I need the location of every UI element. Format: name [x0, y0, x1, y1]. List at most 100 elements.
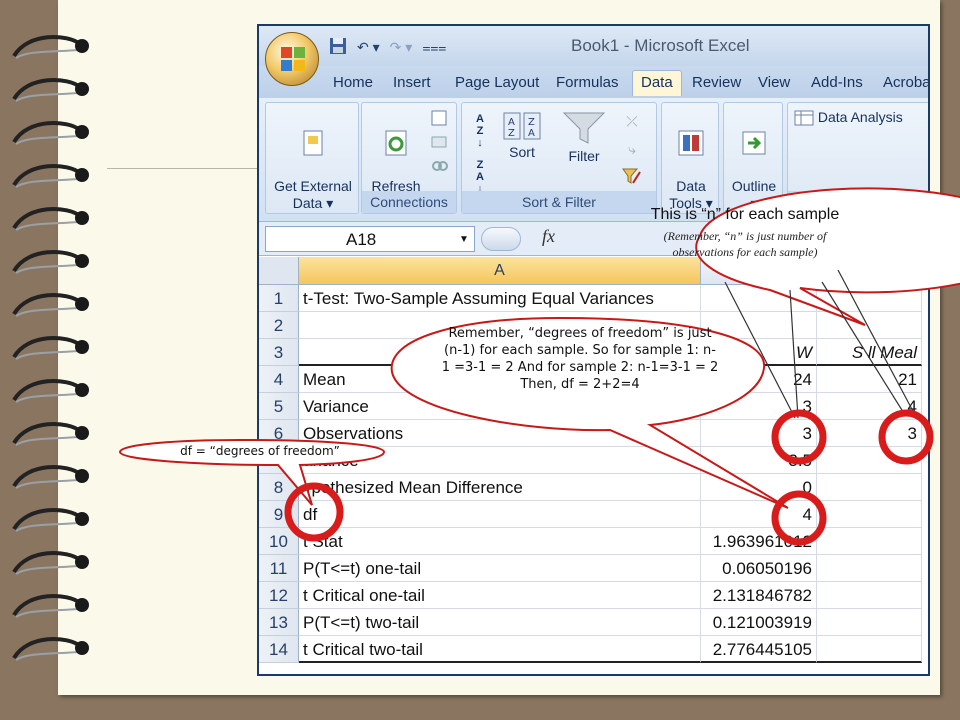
cell-a[interactable]: Observations — [299, 420, 701, 447]
advanced-filter-icon[interactable] — [620, 167, 644, 191]
binding-hole — [75, 168, 89, 182]
cell-c[interactable] — [817, 447, 922, 474]
cell-a[interactable]: t-Test: Two-Sample Assuming Equal Varian… — [299, 285, 701, 312]
cell-c[interactable]: 21 — [817, 366, 922, 393]
cell-c[interactable] — [817, 582, 922, 609]
row-header[interactable]: 12 — [259, 582, 299, 609]
sort-button[interactable]: AZZA Sort — [498, 111, 546, 161]
cell-a[interactable]: ypothesized Mean Difference — [299, 474, 701, 501]
column-header-b[interactable]: B — [701, 257, 817, 285]
spiral-coil — [12, 34, 82, 58]
row-header[interactable]: 9 — [259, 501, 299, 528]
cell-b[interactable]: 2.776445105 — [701, 636, 817, 663]
cell-c[interactable]: 4 — [817, 393, 922, 420]
cell-a[interactable]: t Critical one-tail — [299, 582, 701, 609]
cell-c[interactable] — [817, 636, 922, 663]
row-header[interactable]: 4 — [259, 366, 299, 393]
cell-b[interactable]: 4 — [701, 501, 817, 528]
tab-view[interactable]: View — [758, 72, 790, 98]
column-header-c[interactable]: C — [817, 257, 922, 285]
cell-c[interactable]: 3 — [817, 420, 922, 447]
cell-c[interactable] — [817, 312, 922, 339]
table-row: 12 t Critical one-tail 2.131846782 — [259, 582, 928, 609]
cell-b[interactable]: 1.963961012 — [701, 528, 817, 555]
cell-a[interactable]: Variance — [299, 393, 701, 420]
row-header[interactable]: 6 — [259, 420, 299, 447]
row-header[interactable]: 13 — [259, 609, 299, 636]
name-box[interactable]: A18 — [265, 226, 475, 252]
insert-function-button[interactable]: fx — [542, 226, 555, 247]
office-button[interactable] — [265, 32, 319, 86]
edit-links-button[interactable] — [428, 157, 452, 179]
row-header[interactable]: 10 — [259, 528, 299, 555]
cell-b[interactable]: 0 — [701, 474, 817, 501]
column-header-a[interactable]: A — [299, 257, 701, 285]
spiral-coil-highlight — [15, 479, 79, 489]
formula-bar-resize-handle[interactable] — [481, 227, 521, 251]
row-header[interactable]: 2 — [259, 312, 299, 339]
tab-home[interactable]: Home — [333, 72, 373, 98]
cell-c[interactable] — [817, 528, 922, 555]
cell-b[interactable]: 0.06050196 — [701, 555, 817, 582]
data-tools-button[interactable]: Data Tools ▾ — [664, 111, 718, 212]
row-header[interactable]: 1 — [259, 285, 299, 312]
save-icon[interactable] — [329, 37, 347, 58]
connections-button[interactable] — [428, 109, 452, 131]
tab-insert[interactable]: Insert — [393, 72, 431, 98]
cell-c[interactable] — [817, 474, 922, 501]
cell-b[interactable]: 3 — [701, 393, 817, 420]
spreadsheet-grid: A B C 1 t-Test: Two-Sample Assuming Equal… — [259, 257, 928, 674]
get-external-data-button[interactable]: Get External Data ▾ — [270, 111, 356, 212]
dof-callout-text: Remember, “degrees of freedom” is just (… — [441, 326, 719, 392]
sort-za-button[interactable]: Z A ↓ — [468, 159, 492, 195]
cell-b[interactable]: 2.131846782 — [701, 582, 817, 609]
row-header[interactable]: 11 — [259, 555, 299, 582]
tab-review[interactable]: Review — [692, 72, 741, 98]
spiral-coil — [12, 120, 82, 144]
tab-page-layout[interactable]: Page Layout — [455, 72, 539, 98]
cell-b[interactable]: 0.121003919 — [701, 609, 817, 636]
cell-c[interactable] — [817, 501, 922, 528]
chevron-down-icon[interactable]: ▼ — [459, 234, 469, 245]
cell-b[interactable]: 3.5 — [701, 447, 817, 474]
cell-a[interactable]: P(T<=t) two-tail — [299, 609, 701, 636]
tab-data[interactable]: Data — [632, 70, 682, 96]
data-analysis-button[interactable]: Data Analysis — [794, 109, 928, 126]
clear-filter-icon[interactable]: ⤫ — [620, 113, 644, 130]
outline-button[interactable]: Outline ▾ — [726, 111, 782, 212]
cell-a[interactable]: t Stat — [299, 528, 701, 555]
cell-b[interactable] — [701, 285, 817, 312]
cell-c[interactable] — [817, 555, 922, 582]
cell-a[interactable]: df — [299, 501, 701, 528]
tab-acrobat[interactable]: Acroba — [883, 72, 928, 98]
spiral-coil — [12, 292, 82, 316]
cell-c[interactable] — [817, 285, 922, 312]
cell-a[interactable]: P(T<=t) one-tail — [299, 555, 701, 582]
table-row: 8 ypothesized Mean Difference 0 — [259, 474, 928, 501]
spiral-coil-highlight — [15, 350, 79, 360]
sort-az-button[interactable]: A Z ↓ — [468, 113, 492, 149]
cell-c[interactable]: S ll Meal — [817, 339, 922, 366]
customize-qat-icon[interactable]: ⩶ — [422, 39, 446, 56]
cell-a[interactable]: t Critical two-tail — [299, 636, 701, 663]
tab-formulas[interactable]: Formulas — [556, 72, 619, 98]
filter-button[interactable]: Filter — [558, 111, 610, 165]
row-header[interactable]: 14 — [259, 636, 299, 663]
df-callout-text: df = “degrees of freedom” — [180, 444, 340, 458]
properties-button[interactable] — [428, 133, 452, 155]
row-header[interactable]: 3 — [259, 339, 299, 366]
row-header[interactable]: 5 — [259, 393, 299, 420]
office-logo-icon — [281, 47, 305, 71]
undo-icon[interactable]: ↶ ▾ — [357, 39, 380, 56]
binding-hole — [75, 211, 89, 225]
select-all-corner[interactable] — [259, 257, 299, 285]
row-header[interactable]: 8 — [259, 474, 299, 501]
tab-add-ins[interactable]: Add-Ins — [811, 72, 863, 98]
reapply-filter-icon[interactable]: ⤷ — [620, 141, 644, 158]
redo-icon[interactable]: ↷ ▾ — [390, 39, 413, 56]
cell-c[interactable] — [817, 609, 922, 636]
refresh-icon — [385, 130, 407, 156]
binding-hole — [75, 512, 89, 526]
cell-b[interactable]: 3 — [701, 420, 817, 447]
svg-text:Z: Z — [508, 128, 515, 139]
